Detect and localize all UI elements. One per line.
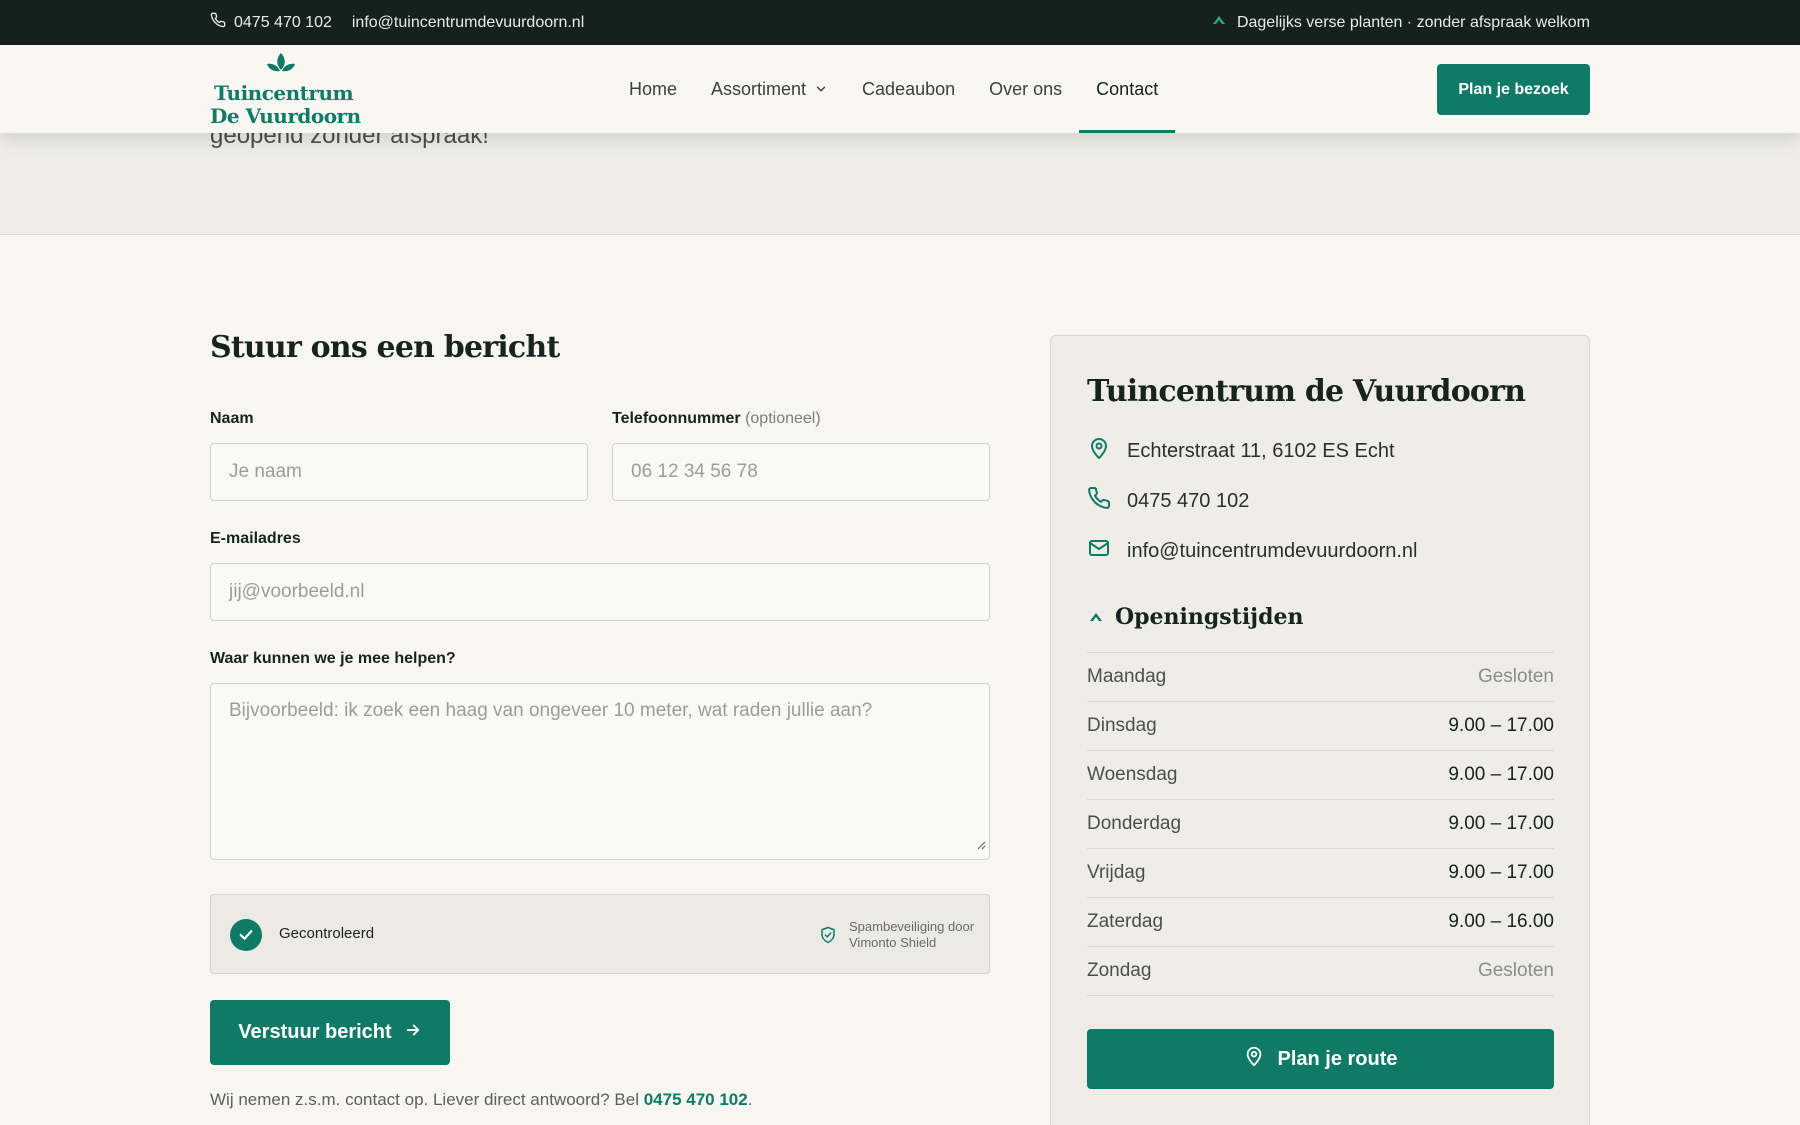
- message-placeholder: Bijvoorbeeld: ik zoek een haag van ongev…: [229, 700, 873, 721]
- sprout-icon: [1211, 13, 1227, 32]
- map-pin-icon: [1087, 436, 1111, 466]
- table-row: Zondag Gesloten: [1087, 947, 1554, 996]
- hours-day: Woensdag: [1087, 764, 1178, 785]
- nav-assortiment[interactable]: Assortiment: [694, 45, 845, 133]
- opening-hours-title-text: Openingstijden: [1115, 604, 1304, 630]
- nav-cadeaubon-label: Cadeaubon: [862, 78, 956, 99]
- card-title: Tuincentrum de Vuurdoorn: [1087, 374, 1526, 409]
- top-bar-email-text: info@tuincentrumdevuurdoorn.nl: [351, 13, 585, 31]
- logo-line-1: Tuincentrum: [214, 81, 354, 105]
- opening-hours-title: Openingstijden: [1087, 604, 1304, 630]
- captcha-provider-line-2: Vimonto Shield: [849, 935, 937, 950]
- table-row: Maandag Gesloten: [1087, 653, 1554, 702]
- form-note-text: Wij nemen z.s.m. contact op. Liever dire…: [210, 1090, 644, 1109]
- table-row: Vrijdag 9.00 – 17.00: [1087, 849, 1554, 898]
- plan-route-label: Plan je route: [1277, 1047, 1398, 1070]
- opening-hours-table: Maandag Gesloten Dinsdag 9.00 – 17.00 Woen…: [1087, 652, 1554, 996]
- phone-label-text: Telefoonnummer: [612, 410, 741, 427]
- email-row[interactable]: info@tuincentrumdevuurdoorn.nl: [1087, 536, 1417, 566]
- name-label: Naam: [210, 410, 254, 427]
- hours-time: Gesloten: [1477, 666, 1554, 687]
- hours-time: Gesloten: [1477, 960, 1554, 981]
- captcha-provider: Spambeveiliging door Vimonto Shield: [849, 919, 979, 951]
- table-row: Zaterdag 9.00 – 16.00: [1087, 898, 1554, 947]
- check-icon: [230, 919, 262, 951]
- form-title: Stuur ons een bericht: [210, 330, 560, 365]
- nav-over-ons-label: Over ons: [989, 78, 1063, 99]
- hours-day: Vrijdag: [1087, 862, 1146, 883]
- nav-over-ons[interactable]: Over ons: [972, 45, 1079, 133]
- top-bar: 0475 470 102 info@tuincentrumdevuurdoorn…: [0, 0, 1800, 45]
- contact-form: Stuur ons een bericht Naam Je naam Telef…: [210, 330, 990, 1109]
- nav-contact-label: Contact: [1096, 78, 1159, 99]
- hours-time: 9.00 – 17.00: [1448, 813, 1554, 834]
- sprout-icon: [1087, 604, 1105, 630]
- nav-cadeaubon[interactable]: Cadeaubon: [845, 45, 972, 133]
- top-bar-phone-text: 0475 470 102: [234, 13, 332, 31]
- logo[interactable]: Tuincentrum De Vuurdoorn: [210, 53, 361, 129]
- top-bar-tagline: Dagelijks verse planten · zonder afspraa…: [1211, 0, 1590, 45]
- top-bar-phone[interactable]: 0475 470 102: [210, 12, 332, 33]
- leaf-icon: [265, 53, 297, 82]
- phone-icon: [210, 12, 226, 33]
- hours-time: 9.00 – 17.00: [1448, 764, 1554, 785]
- address-row: Echterstraat 11, 6102 ES Echt: [1087, 436, 1395, 466]
- email-input[interactable]: jij@voorbeeld.nl: [210, 563, 990, 621]
- phone-icon: [1087, 486, 1111, 516]
- resize-handle-icon[interactable]: [976, 834, 986, 856]
- hours-day: Dinsdag: [1087, 715, 1157, 736]
- map-pin-icon: [1243, 1045, 1265, 1073]
- phone-input[interactable]: 06 12 34 56 78: [612, 443, 990, 501]
- main-nav: Home Assortiment Cadeaubon Over ons Cont…: [612, 45, 1176, 133]
- hours-day: Zaterdag: [1087, 911, 1164, 932]
- form-note: Wij nemen z.s.m. contact op. Liever dire…: [210, 1090, 752, 1110]
- captcha-status: Gecontroleerd: [279, 925, 375, 942]
- name-input[interactable]: Je naam: [210, 443, 588, 501]
- shield-icon: [819, 925, 837, 950]
- mail-icon: [1087, 536, 1111, 566]
- table-row: Woensdag 9.00 – 17.00: [1087, 751, 1554, 800]
- hours-day: Maandag: [1087, 666, 1167, 687]
- top-bar-tagline-text: Dagelijks verse planten · zonder afspraa…: [1236, 13, 1590, 31]
- phone-optional-text: (optioneel): [745, 410, 821, 427]
- message-label: Waar kunnen we je mee helpen?: [210, 650, 456, 667]
- spam-protection-widget[interactable]: Gecontroleerd Spambeveiliging door Vimon…: [210, 894, 990, 974]
- nav-home-label: Home: [629, 78, 678, 99]
- card-email-text: info@tuincentrumdevuurdoorn.nl: [1127, 539, 1418, 562]
- phone-row[interactable]: 0475 470 102: [1087, 486, 1249, 516]
- send-message-button[interactable]: Verstuur bericht: [210, 1000, 450, 1065]
- form-note-end: .: [747, 1090, 753, 1109]
- logo-line-2: De Vuurdoorn: [210, 104, 361, 128]
- send-message-label: Verstuur bericht: [238, 1021, 392, 1043]
- form-note-phone-link[interactable]: 0475 470 102: [644, 1090, 748, 1109]
- nav-home[interactable]: Home: [612, 45, 694, 133]
- hours-time: 9.00 – 17.00: [1448, 715, 1554, 736]
- top-bar-email[interactable]: info@tuincentrumdevuurdoorn.nl: [352, 14, 584, 32]
- top-bar-contact: 0475 470 102 info@tuincentrumdevuurdoorn…: [210, 0, 584, 45]
- contact-info-card: Tuincentrum de Vuurdoorn Echterstraat 11…: [1050, 335, 1590, 1125]
- table-row: Donderdag 9.00 – 17.00: [1087, 800, 1554, 849]
- address-text: Echterstraat 11, 6102 ES Echt: [1127, 439, 1395, 462]
- hours-day: Donderdag: [1087, 813, 1182, 834]
- message-textarea[interactable]: Bijvoorbeeld: ik zoek een haag van ongev…: [210, 683, 990, 860]
- phone-label: Telefoonnummer (optioneel): [612, 410, 821, 428]
- captcha-provider-line-1: Spambeveiliging door: [849, 919, 975, 934]
- email-label: E-mailadres: [210, 530, 301, 547]
- nav-contact[interactable]: Contact: [1079, 45, 1176, 133]
- site-header: Tuincentrum De Vuurdoorn Home Assortimen…: [0, 45, 1800, 133]
- chevron-down-icon: [814, 82, 828, 96]
- hours-time: 9.00 – 16.00: [1448, 911, 1554, 932]
- arrow-right-icon: [404, 1021, 422, 1045]
- nav-assortiment-label: Assortiment: [711, 78, 807, 99]
- plan-visit-button[interactable]: Plan je bezoek: [1437, 64, 1590, 115]
- hours-day: Zondag: [1087, 960, 1152, 981]
- plan-route-button[interactable]: Plan je route: [1087, 1029, 1554, 1089]
- card-phone-text: 0475 470 102: [1127, 489, 1250, 512]
- table-row: Dinsdag 9.00 – 17.00: [1087, 702, 1554, 751]
- hours-time: 9.00 – 17.00: [1448, 862, 1554, 883]
